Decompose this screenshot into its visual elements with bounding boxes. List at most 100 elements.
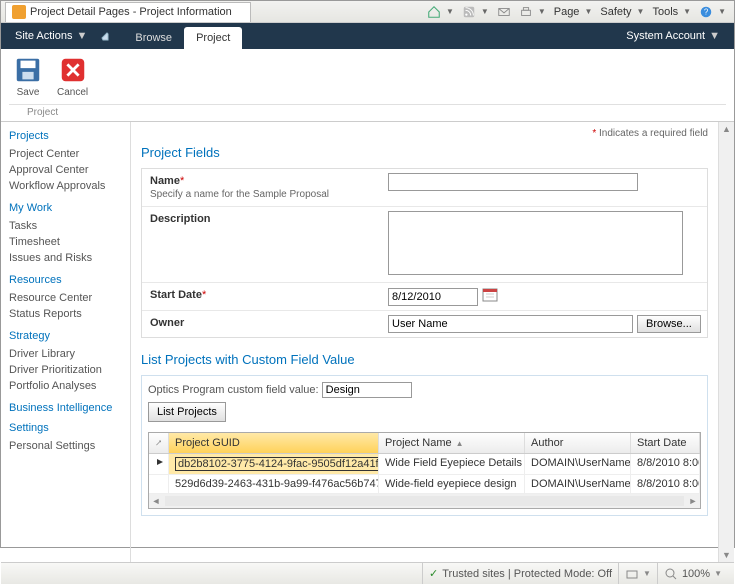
- browser-titlebar: Project Detail Pages - Project Informati…: [1, 1, 734, 23]
- grid-cell-start: 8/8/2010 8:00:00 AM: [631, 475, 700, 493]
- grid-hscrollbar[interactable]: ◄ ►: [149, 494, 700, 508]
- owner-input[interactable]: [388, 315, 633, 333]
- section-list-projects: List Projects with Custom Field Value: [141, 352, 708, 367]
- grid-cell-name: Wide-field eyepiece design: [379, 475, 525, 493]
- sidebar: Projects Project Center Approval Center …: [1, 122, 131, 562]
- tools-menu[interactable]: Tools ▼: [648, 4, 695, 20]
- content-area: * * Indicates a required fieldIndicates …: [131, 122, 718, 562]
- browser-tab-active[interactable]: Project Detail Pages - Project Informati…: [5, 2, 251, 22]
- required-note: * * Indicates a required fieldIndicates …: [141, 128, 708, 139]
- dropdown-arrow-icon: ▼: [584, 7, 592, 16]
- scroll-down-icon[interactable]: ▼: [722, 548, 731, 562]
- field-row-owner: Owner Browse...: [142, 311, 707, 337]
- sidebar-head-mywork[interactable]: My Work: [9, 202, 130, 214]
- safety-menu[interactable]: Safety ▼: [596, 4, 648, 20]
- grid-cell-guid: 529d6d39-2463-431b-9a99-f476ac56b747: [169, 475, 379, 493]
- grid-header: Project GUID Project Name ▲ Author Start…: [149, 433, 700, 454]
- sidebar-item-tasks[interactable]: Tasks: [9, 218, 130, 234]
- dropdown-arrow-icon: ▼: [683, 7, 691, 16]
- site-actions-menu[interactable]: Site Actions ▼: [9, 26, 93, 46]
- dropdown-arrow-icon: ▼: [718, 7, 726, 16]
- grid-cell-author: DOMAIN\UserName: [525, 475, 631, 493]
- grid-header-name[interactable]: Project Name ▲: [379, 433, 525, 453]
- sidebar-item-timesheet[interactable]: Timesheet: [9, 234, 130, 250]
- help-button[interactable]: ? ▼: [695, 3, 730, 21]
- sidebar-item-resource-center[interactable]: Resource Center: [9, 290, 130, 306]
- scroll-right-icon[interactable]: ►: [686, 494, 700, 508]
- sidebar-item-project-center[interactable]: Project Center: [9, 146, 130, 162]
- save-icon: [13, 55, 43, 85]
- field-sub-name: Specify a name for the Sample Proposal: [150, 189, 374, 200]
- grid-cell-name: Wide Field Eyepiece Details: [379, 454, 525, 474]
- grid-row-marker: [149, 475, 169, 493]
- scroll-left-icon[interactable]: ◄: [149, 494, 163, 508]
- custom-field-input[interactable]: [322, 382, 412, 398]
- status-mode-toggle[interactable]: ▼: [618, 563, 657, 584]
- field-grid: Name* Specify a name for the Sample Prop…: [141, 168, 708, 338]
- cancel-button[interactable]: Cancel: [53, 53, 92, 100]
- sidebar-head-strategy[interactable]: Strategy: [9, 330, 130, 342]
- list-projects-button[interactable]: List Projects: [148, 402, 226, 422]
- grid-row[interactable]: db2b8102-3775-4124-9fac-9505df12a41f Wid…: [149, 454, 700, 475]
- grid-header-guid[interactable]: Project GUID: [169, 433, 379, 453]
- mode-icon: [625, 567, 639, 581]
- system-account-menu[interactable]: System Account ▼: [620, 26, 726, 46]
- sidebar-head-settings[interactable]: Settings: [9, 422, 130, 434]
- field-row-description: Description: [142, 207, 707, 283]
- status-zoom[interactable]: 100% ▼: [657, 563, 728, 584]
- dropdown-arrow-icon: ▼: [637, 7, 645, 16]
- description-textarea[interactable]: [388, 211, 683, 275]
- browser-tab-title: Project Detail Pages - Project Informati…: [30, 6, 232, 18]
- sidebar-item-driver-prioritization[interactable]: Driver Prioritization: [9, 362, 130, 378]
- rss-button[interactable]: ▼: [458, 3, 493, 21]
- zoom-icon: [664, 567, 678, 581]
- sidebar-head-projects[interactable]: Projects: [9, 130, 130, 142]
- content-vscrollbar[interactable]: ▲ ▼: [718, 122, 734, 562]
- cancel-icon: [58, 55, 88, 85]
- page-menu[interactable]: Page ▼: [550, 4, 597, 20]
- section-project-fields: Project Fields: [141, 145, 708, 160]
- field-label-owner: Owner: [150, 317, 184, 329]
- sidebar-head-bi[interactable]: Business Intelligence: [9, 402, 130, 414]
- sidebar-item-issues-risks[interactable]: Issues and Risks: [9, 250, 130, 266]
- grid-header-marker[interactable]: [149, 433, 169, 453]
- dropdown-arrow-icon: ▼: [76, 30, 87, 42]
- navigate-up-icon[interactable]: [99, 28, 115, 44]
- ribbon-body: Save Cancel Project: [1, 49, 734, 122]
- home-button[interactable]: ▼: [423, 3, 458, 21]
- grid-row[interactable]: 529d6d39-2463-431b-9a99-f476ac56b747 Wid…: [149, 475, 700, 494]
- ribbon-tab-browse[interactable]: Browse: [123, 27, 184, 49]
- startdate-input[interactable]: [388, 288, 478, 306]
- sidebar-head-resources[interactable]: Resources: [9, 274, 130, 286]
- projects-grid: Project GUID Project Name ▲ Author Start…: [148, 432, 701, 509]
- grid-header-start[interactable]: Start Date: [631, 433, 700, 453]
- scroll-track[interactable]: [719, 136, 734, 548]
- grid-header-author[interactable]: Author: [525, 433, 631, 453]
- main-area: Projects Project Center Approval Center …: [1, 122, 734, 562]
- name-input[interactable]: [388, 173, 638, 191]
- grid-row-marker: [149, 454, 169, 474]
- ribbon-tabbar: Site Actions ▼ Browse Project System Acc…: [1, 23, 734, 49]
- check-icon: ✓: [429, 567, 438, 580]
- field-label-description: Description: [150, 213, 211, 225]
- sidebar-item-portfolio-analyses[interactable]: Portfolio Analyses: [9, 378, 130, 394]
- sidebar-item-status-reports[interactable]: Status Reports: [9, 306, 130, 322]
- grid-cell-start: 8/8/2010 8:00:00 AM: [631, 454, 700, 474]
- dropdown-arrow-icon: ▼: [481, 7, 489, 16]
- ribbon-tab-project[interactable]: Project: [184, 27, 242, 49]
- sidebar-item-workflow-approvals[interactable]: Workflow Approvals: [9, 178, 130, 194]
- sidebar-item-personal-settings[interactable]: Personal Settings: [9, 438, 130, 454]
- print-button[interactable]: ▼: [515, 3, 550, 21]
- sidebar-item-approval-center[interactable]: Approval Center: [9, 162, 130, 178]
- scroll-up-icon[interactable]: ▲: [722, 122, 731, 136]
- save-button[interactable]: Save: [9, 53, 47, 100]
- custom-field-label: Optics Program custom field value:: [148, 384, 319, 396]
- statusbar: ✓ Trusted sites | Protected Mode: Off ▼ …: [1, 562, 734, 584]
- browse-button[interactable]: Browse...: [637, 315, 701, 333]
- sidebar-item-driver-library[interactable]: Driver Library: [9, 346, 130, 362]
- dropdown-arrow-icon: ▼: [446, 7, 454, 16]
- mail-button[interactable]: [493, 3, 515, 21]
- scroll-thumb[interactable]: [165, 496, 684, 506]
- calendar-icon[interactable]: [482, 287, 498, 306]
- field-row-startdate: Start Date*: [142, 283, 707, 311]
